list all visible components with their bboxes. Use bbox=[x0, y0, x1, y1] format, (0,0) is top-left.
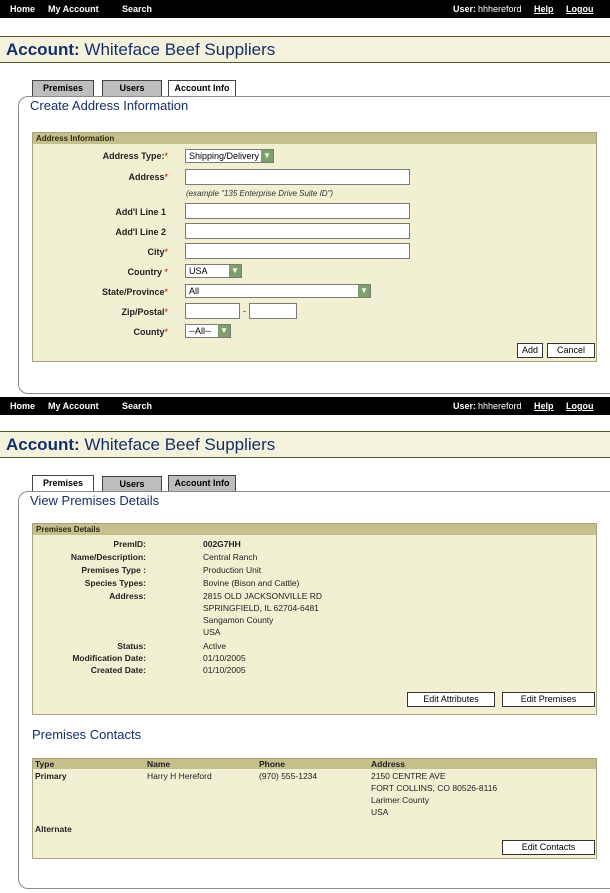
species-types-value: Bovine (Bison and Cattle) bbox=[203, 578, 300, 588]
account-header: Account: Whiteface Beef Suppliers bbox=[0, 431, 610, 458]
tab-users[interactable]: Users bbox=[102, 80, 162, 96]
account-label: Account: bbox=[6, 40, 80, 59]
column-header-name: Name bbox=[147, 759, 171, 769]
tab-account-info[interactable]: Account Info bbox=[168, 475, 236, 491]
logout-link[interactable]: Logou bbox=[566, 401, 594, 411]
address-example-hint: (example "135 Enterprise Drive Suite ID"… bbox=[186, 189, 334, 198]
column-header-phone: Phone bbox=[259, 759, 285, 769]
city-label: City* bbox=[147, 247, 168, 257]
zip-input[interactable] bbox=[185, 303, 240, 319]
city-input[interactable] bbox=[185, 243, 410, 259]
edit-premises-button[interactable]: Edit Premises bbox=[502, 692, 595, 707]
modification-date-value: 01/10/2005 bbox=[203, 653, 246, 663]
contact-address-line: 2150 CENTRE AVE bbox=[371, 771, 446, 781]
premises-type-label: Premises Type : bbox=[81, 565, 146, 575]
created-date-value: 01/10/2005 bbox=[203, 665, 246, 675]
nav-home-link[interactable]: Home bbox=[10, 401, 35, 411]
state-select[interactable]: All ▼ bbox=[185, 284, 371, 298]
help-link[interactable]: Help bbox=[534, 401, 554, 411]
status-label: Status: bbox=[117, 641, 146, 651]
tab-premises[interactable]: Premises bbox=[32, 80, 94, 96]
state-label: State/Province* bbox=[101, 287, 168, 297]
nav-my-account-link[interactable]: My Account bbox=[48, 401, 99, 411]
premid-label: PremID: bbox=[113, 539, 146, 549]
section-header: Address Information bbox=[33, 133, 596, 144]
account-label: Account: bbox=[6, 435, 80, 454]
address-line: SPRINGFIELD, IL 62704-6481 bbox=[203, 603, 319, 613]
name-description-value: Central Ranch bbox=[203, 552, 258, 562]
user-name: hhhereford bbox=[478, 401, 522, 411]
chevron-down-icon[interactable]: ▼ bbox=[261, 150, 273, 162]
chevron-down-icon[interactable]: ▼ bbox=[218, 325, 230, 337]
section-header: Premises Details bbox=[33, 524, 596, 535]
user-name: hhhereford bbox=[478, 4, 522, 14]
addl-line2-label: Add'l Line 2 bbox=[115, 227, 166, 237]
address-line: 2815 OLD JACKSONVILLE RD bbox=[203, 591, 323, 601]
top-nav-bar: Home My Account Search User: hhhereford … bbox=[0, 397, 610, 415]
zip-separator: - bbox=[243, 306, 246, 316]
address-line: Sangamon County bbox=[203, 615, 274, 625]
address-input[interactable] bbox=[185, 169, 410, 185]
contact-name: Harry H Hereford bbox=[147, 771, 212, 781]
county-select[interactable]: --All-- ▼ bbox=[185, 324, 231, 338]
tab-users[interactable]: Users bbox=[102, 476, 162, 492]
user-label: User: bbox=[453, 4, 477, 14]
chevron-down-icon[interactable]: ▼ bbox=[358, 285, 370, 297]
help-link[interactable]: Help bbox=[534, 4, 554, 14]
edit-attributes-button[interactable]: Edit Attributes bbox=[407, 692, 495, 707]
address-line: USA bbox=[203, 627, 221, 637]
zip-extension-input[interactable] bbox=[249, 303, 297, 319]
species-types-label: Species Types: bbox=[84, 578, 146, 588]
contacts-title: Premises Contacts bbox=[32, 727, 142, 742]
column-header-type: Type bbox=[35, 759, 55, 769]
status-value: Active bbox=[203, 641, 227, 651]
nav-home-link[interactable]: Home bbox=[10, 4, 35, 14]
page-title: View Premises Details bbox=[30, 493, 160, 508]
contact-address-line: FORT COLLINS, CO 80526-8116 bbox=[371, 783, 498, 793]
edit-contacts-button[interactable]: Edit Contacts bbox=[502, 840, 595, 855]
screen-premises-details: Home My Account Search User: hhhereford … bbox=[0, 397, 610, 893]
name-description-label: Name/Description: bbox=[70, 552, 146, 562]
created-date-label: Created Date: bbox=[90, 665, 146, 675]
logout-link[interactable]: Logou bbox=[566, 4, 594, 14]
address-label: Address* bbox=[128, 172, 168, 182]
address-type-label: Address Type:* bbox=[102, 151, 168, 161]
account-name: Whiteface Beef Suppliers bbox=[84, 40, 276, 59]
add-button[interactable]: Add bbox=[517, 343, 543, 358]
nav-my-account-link[interactable]: My Account bbox=[48, 4, 99, 14]
top-nav-bar: Home My Account Search User: hhhereford … bbox=[0, 0, 610, 18]
chevron-down-icon[interactable]: ▼ bbox=[229, 265, 241, 277]
column-header-address: Address bbox=[371, 759, 406, 769]
user-label: User: bbox=[453, 401, 477, 411]
contact-address-line: Larimer County bbox=[371, 795, 430, 805]
addl-line1-input[interactable] bbox=[185, 203, 410, 219]
modification-date-label: Modification Date: bbox=[72, 653, 146, 663]
country-label: Country * bbox=[127, 267, 168, 277]
page-title: Create Address Information bbox=[30, 98, 189, 113]
address-label: Address: bbox=[109, 591, 146, 601]
nav-search-link[interactable]: Search bbox=[122, 401, 152, 411]
screen-create-address: Home My Account Search User: hhhereford … bbox=[0, 0, 610, 400]
tab-premises[interactable]: Premises bbox=[32, 475, 94, 492]
addl-line1-label: Add'l Line 1 bbox=[115, 207, 166, 217]
contact-type-alternate: Alternate bbox=[35, 824, 72, 834]
zip-label: Zip/Postal* bbox=[121, 307, 168, 317]
account-name: Whiteface Beef Suppliers bbox=[84, 435, 276, 454]
contact-phone: (970) 555-1234 bbox=[259, 771, 318, 781]
contacts-header-bar bbox=[33, 759, 596, 769]
county-label: County* bbox=[133, 327, 168, 337]
contact-address-line: USA bbox=[371, 807, 389, 817]
tab-account-info[interactable]: Account Info bbox=[168, 80, 236, 97]
country-select[interactable]: USA ▼ bbox=[185, 264, 242, 278]
cancel-button[interactable]: Cancel bbox=[547, 343, 595, 358]
account-header: Account: Whiteface Beef Suppliers bbox=[0, 36, 610, 63]
nav-search-link[interactable]: Search bbox=[122, 4, 152, 14]
premid-value: 002G7HH bbox=[203, 539, 241, 549]
addl-line2-input[interactable] bbox=[185, 223, 410, 239]
contact-type-primary: Primary bbox=[35, 771, 67, 781]
premises-type-value: Production Unit bbox=[203, 565, 262, 575]
address-type-select[interactable]: Shipping/Delivery ▼ bbox=[185, 149, 274, 163]
